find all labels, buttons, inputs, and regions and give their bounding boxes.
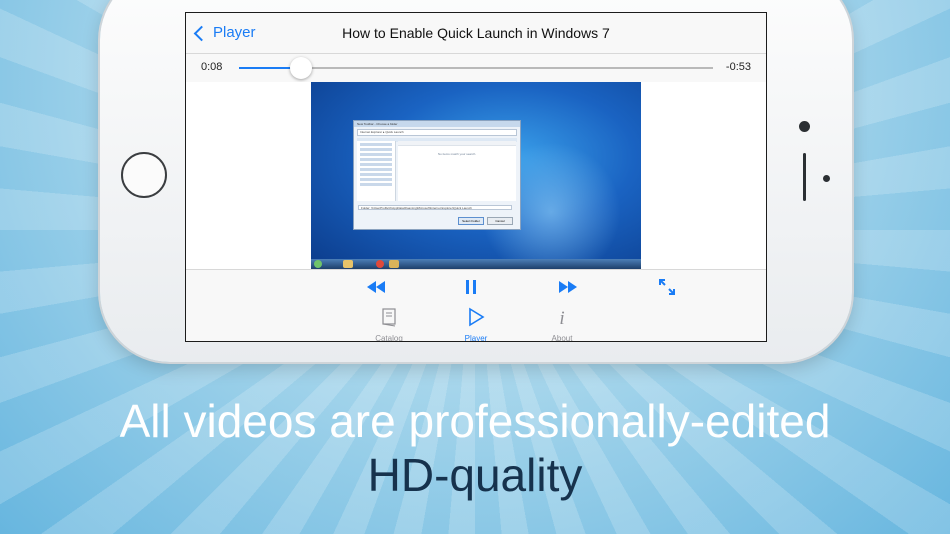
empty-message: No items match your search.: [437, 152, 477, 156]
app-screen: Player How to Enable Quick Launch in Win…: [185, 12, 767, 342]
fast-forward-icon[interactable]: [558, 278, 578, 296]
remaining-time: -0:53: [725, 61, 751, 73]
rewind-icon[interactable]: [366, 278, 386, 296]
tab-bar: Catalog Player i About: [186, 303, 766, 342]
pause-icon[interactable]: [464, 278, 478, 296]
dialog-cancel-button: Cancel: [487, 217, 513, 225]
tab-about-label: About: [551, 334, 573, 342]
earpiece-speaker: [803, 153, 806, 201]
tab-catalog[interactable]: Catalog: [349, 307, 429, 342]
select-folder-button: Select Folder: [458, 217, 484, 225]
caption-line-2: HD-quality: [367, 449, 583, 501]
elapsed-time: 0:08: [201, 61, 223, 73]
tab-player[interactable]: Player: [436, 307, 516, 342]
svg-text:i: i: [559, 308, 564, 327]
fullscreen-icon[interactable]: [658, 278, 676, 296]
book-icon: [382, 308, 396, 327]
dialog-title: New Toolbar - Choose a folder: [354, 121, 520, 127]
home-button[interactable]: [121, 152, 167, 198]
caption-line-1: All videos are professionally-edited: [119, 395, 831, 447]
folder-path: Folder: %UserProfile%\AppData\Roaming\Mi…: [358, 205, 512, 210]
dialog-nav-pane: [357, 141, 396, 201]
explorer-icon: [343, 260, 353, 268]
tab-about[interactable]: i About: [522, 307, 602, 342]
folder-dialog: New Toolbar - Choose a folder Internet E…: [353, 120, 521, 230]
folder-icon: [389, 260, 399, 268]
front-camera: [799, 121, 810, 132]
navigation-bar: Player How to Enable Quick Launch in Win…: [186, 13, 766, 54]
windows-taskbar: [311, 259, 641, 269]
dialog-address: Internet Explorer ▸ Quick Launch: [357, 129, 517, 136]
dialog-file-pane: No items match your search.: [398, 141, 516, 201]
progress-thumb[interactable]: [289, 57, 312, 79]
info-icon: i: [559, 308, 564, 329]
progress-row: 0:08 -0:53: [186, 54, 766, 82]
video-area[interactable]: New Toolbar - Choose a folder Internet E…: [186, 82, 766, 269]
playback-controls: [186, 269, 766, 305]
proximity-sensor: [823, 175, 830, 182]
start-orb-icon: [314, 260, 322, 268]
video-frame[interactable]: New Toolbar - Choose a folder Internet E…: [311, 82, 641, 269]
chrome-icon: [376, 260, 384, 268]
page-title: How to Enable Quick Launch in Windows 7: [342, 25, 610, 41]
progress-track[interactable]: [239, 57, 713, 79]
play-icon: [469, 307, 485, 327]
tab-player-label: Player: [464, 334, 488, 342]
tab-catalog-label: Catalog: [375, 334, 403, 342]
